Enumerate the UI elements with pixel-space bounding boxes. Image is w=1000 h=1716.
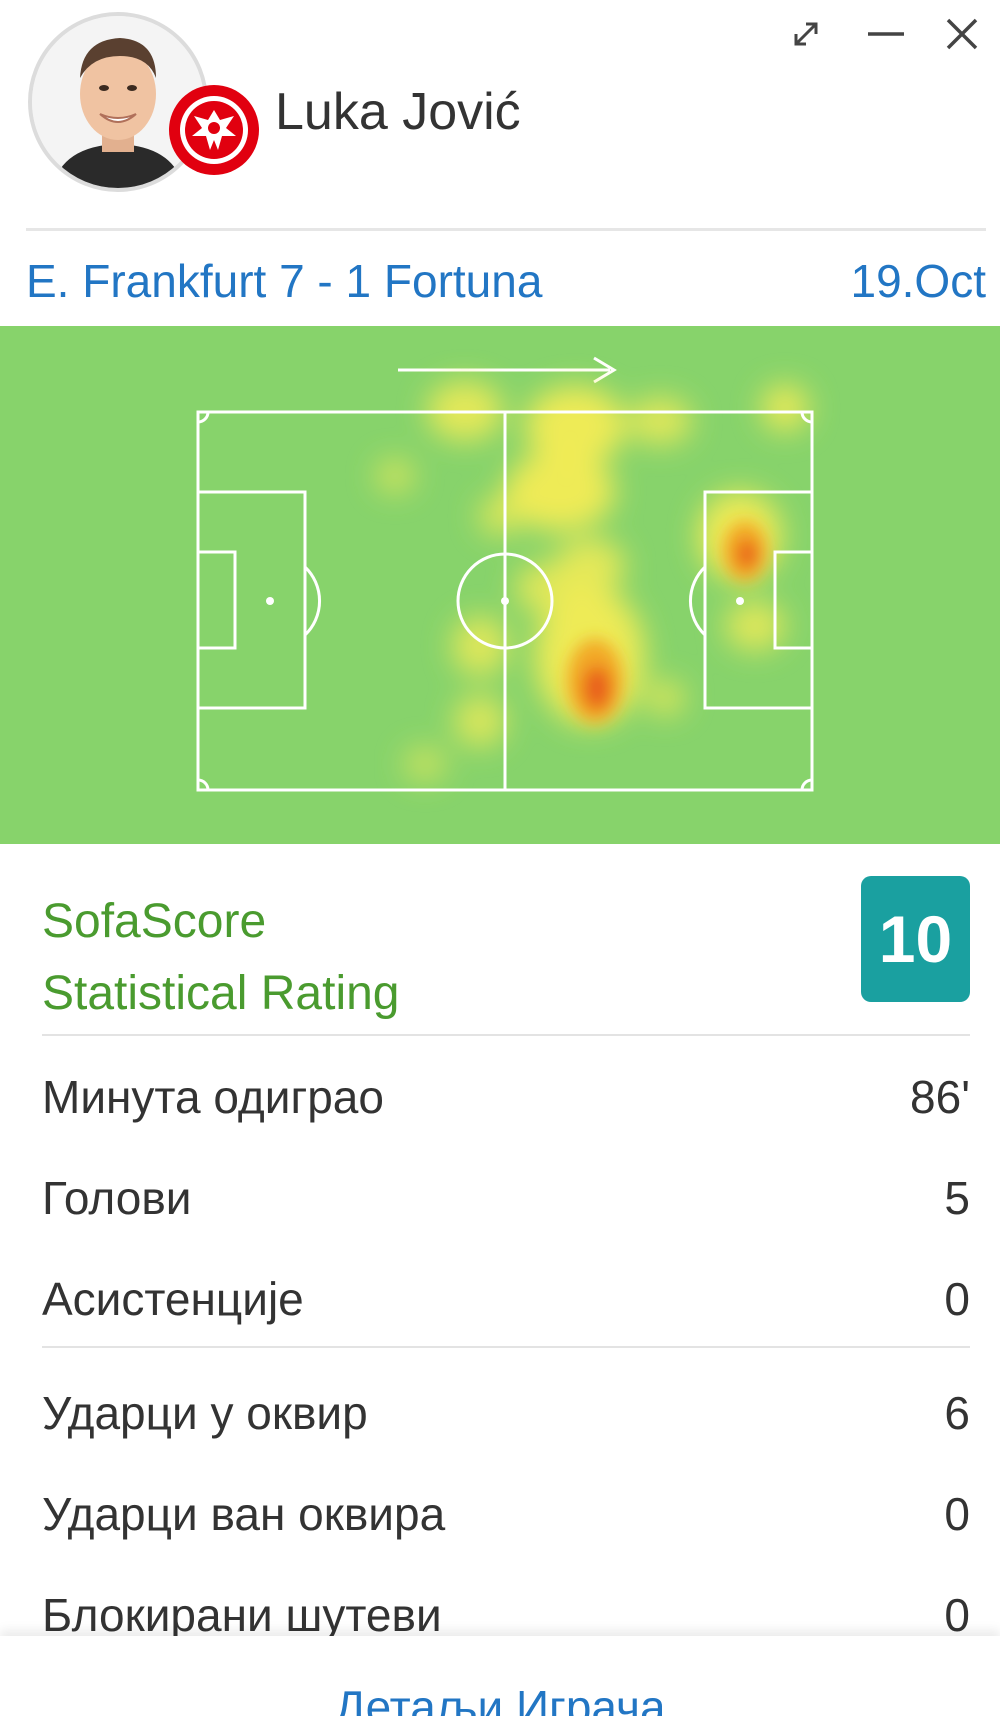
heatmap-pitch [196,356,814,792]
stat-value: 0 [944,1589,970,1641]
stat-label: Блокирани шутеви [42,1589,442,1641]
attack-direction-arrow-icon [398,356,617,384]
player-name: Luka Jović [275,83,521,141]
player-details-link[interactable]: Детаљи Играча [0,1680,1000,1716]
stat-label: Голови [42,1172,192,1224]
stat-label: Ударци ван оквира [42,1488,446,1540]
minimize-icon[interactable] [862,10,910,58]
stat-value: 5 [944,1172,970,1224]
match-date: 19.Oct [850,255,986,307]
stat-row-minutes: Минута одиграо 86' [42,1044,970,1144]
stat-value: 86' [910,1071,970,1123]
stat-label: Ударци у оквир [42,1387,368,1439]
rating-title-line1: SofaScore [42,895,267,948]
match-title-link[interactable]: E. Frankfurt 7 - 1 Fortuna [26,254,542,308]
rating-badge: 10 [861,876,970,1002]
stat-row-goals: Голови 5 [42,1145,970,1245]
stat-value: 0 [944,1488,970,1540]
rating-title-line2: Statistical Rating [42,967,400,1020]
stat-row-assists: Асистенције 0 [42,1246,970,1346]
rating-title: SofaScore Statistical Rating [42,886,742,1030]
rating-section: SofaScore Statistical Rating 10 [0,844,1000,1034]
stat-label: Минута одиграо [42,1071,384,1123]
expand-icon[interactable] [782,10,830,58]
rating-divider [42,1034,970,1036]
heatmap [0,326,1000,844]
stats-divider [42,1346,970,1348]
stat-row-shots-on-target: Ударци у оквир 6 [42,1360,970,1460]
match-row[interactable]: E. Frankfurt 7 - 1 Fortuna 19.Oct [0,232,1000,326]
pitch-spots [266,597,744,605]
stat-row-shots-off-target: Ударци ван оквира 0 [42,1461,970,1561]
stat-value: 0 [944,1273,970,1325]
stat-label: Асистенције [42,1273,304,1325]
club-badge-icon [166,82,262,178]
close-icon[interactable] [938,10,986,58]
player-header: Luka Jović [0,0,1000,231]
header-divider [26,228,986,231]
stat-value: 6 [944,1387,970,1439]
